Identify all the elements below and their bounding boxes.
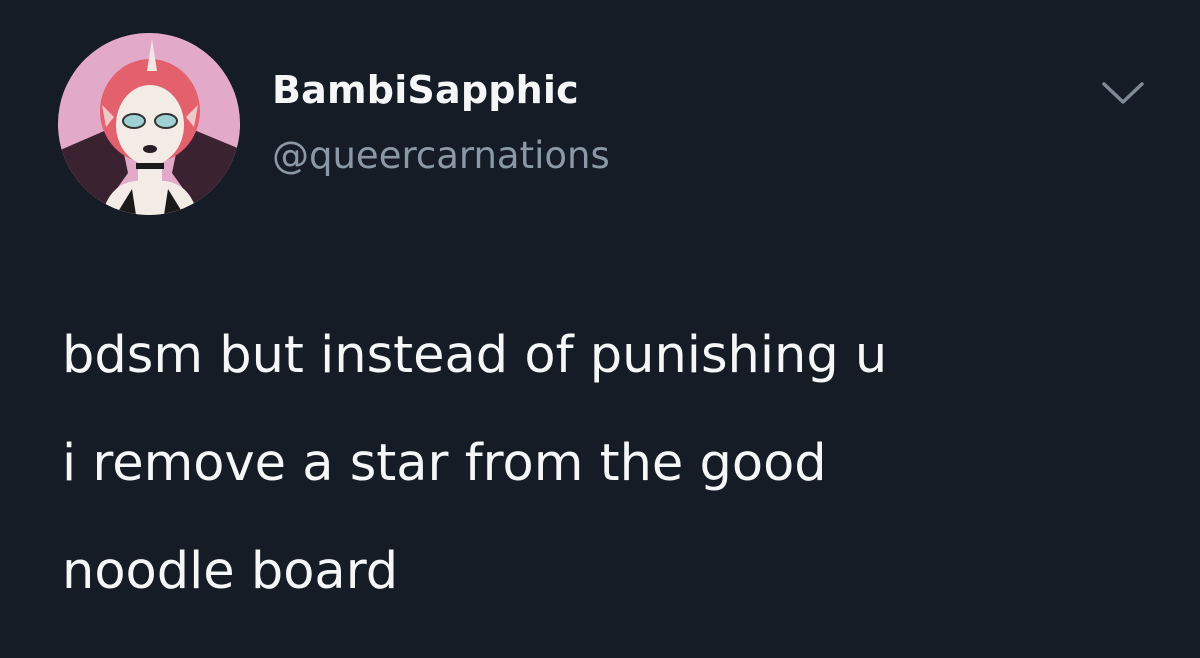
tweet-text: bdsm but instead of punishing u i remove… bbox=[62, 302, 1162, 626]
display-name[interactable]: BambiSapphic bbox=[272, 68, 579, 112]
tweet-text-line: i remove a star from the good bbox=[62, 434, 827, 493]
user-handle[interactable]: @queercarnations bbox=[272, 134, 610, 177]
chevron-down-icon[interactable] bbox=[1100, 78, 1146, 108]
tweet-text-line: bdsm but instead of punishing u bbox=[62, 326, 888, 385]
avatar-illustration bbox=[58, 33, 240, 215]
tweet-text-line: noodle board bbox=[62, 542, 399, 601]
tweet-card: BambiSapphic @queercarnations bdsm but i… bbox=[0, 0, 1200, 658]
avatar[interactable] bbox=[58, 33, 240, 215]
